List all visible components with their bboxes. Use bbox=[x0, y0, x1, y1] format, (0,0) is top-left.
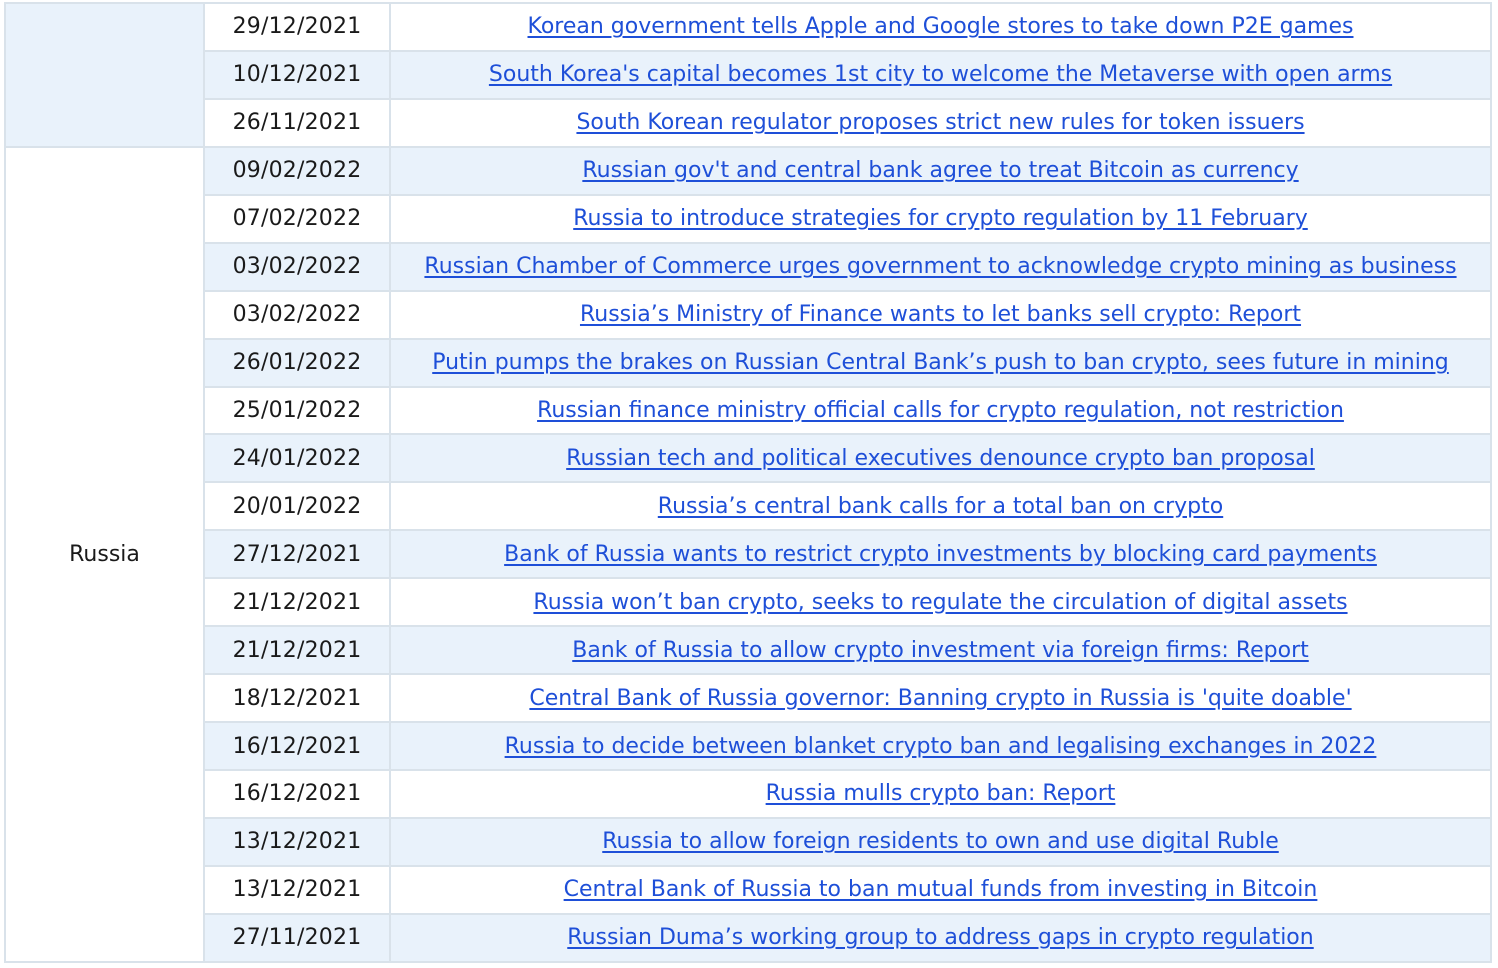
article-link[interactable]: Central Bank of Russia to ban mutual fun… bbox=[564, 877, 1318, 902]
article-link[interactable]: Russia’s central bank calls for a total … bbox=[658, 494, 1223, 519]
article-link[interactable]: Central Bank of Russia governor: Banning… bbox=[529, 686, 1351, 711]
table-row: 25/01/2022 Russian finance ministry offi… bbox=[5, 385, 1492, 436]
table-row: 26/11/2021 South Korean regulator propos… bbox=[5, 97, 1492, 148]
date-cell: 27/11/2021 bbox=[203, 912, 391, 963]
news-table: 29/12/2021 Korean government tells Apple… bbox=[4, 2, 1492, 963]
article-link[interactable]: Russian Chamber of Commerce urges govern… bbox=[424, 254, 1456, 279]
date-cell: 21/12/2021 bbox=[203, 625, 391, 676]
table-row: 21/12/2021 Bank of Russia to allow crypt… bbox=[5, 625, 1492, 676]
date-cell: 24/01/2022 bbox=[203, 433, 391, 484]
article-link[interactable]: Korean government tells Apple and Google… bbox=[528, 14, 1354, 39]
table-row: 27/11/2021 Russian Duma’s working group … bbox=[5, 912, 1492, 963]
table-row: 26/01/2022 Putin pumps the brakes on Rus… bbox=[5, 337, 1492, 388]
date-cell: 10/12/2021 bbox=[203, 49, 391, 100]
article-link[interactable]: South Korea's capital becomes 1st city t… bbox=[489, 62, 1392, 87]
country-cell: Russia bbox=[4, 145, 205, 963]
table-row: Russia 09/02/2022 Russian gov't and cent… bbox=[4, 145, 1492, 963]
date-cell: 03/02/2022 bbox=[203, 289, 391, 340]
table-row: 24/01/2022 Russian tech and political ex… bbox=[5, 433, 1492, 484]
table-row: 16/12/2021 Russia to decide between blan… bbox=[5, 721, 1492, 771]
article-link[interactable]: Russia to introduce strategies for crypt… bbox=[573, 206, 1308, 231]
table-row: 13/12/2021 Central Bank of Russia to ban… bbox=[5, 864, 1492, 915]
date-cell: 20/01/2022 bbox=[203, 481, 391, 532]
date-cell: 16/12/2021 bbox=[203, 769, 391, 819]
table-row: 29/12/2021 Korean government tells Apple… bbox=[4, 2, 1492, 148]
date-cell: 26/01/2022 bbox=[203, 337, 391, 388]
table-row: 18/12/2021 Central Bank of Russia govern… bbox=[5, 673, 1492, 724]
article-link[interactable]: Russia to decide between blanket crypto … bbox=[505, 734, 1377, 759]
article-link[interactable]: Russia mulls crypto ban: Report bbox=[766, 781, 1116, 806]
article-link[interactable]: Russia’s Ministry of Finance wants to le… bbox=[580, 302, 1301, 327]
article-link[interactable]: Russian finance ministry official calls … bbox=[537, 398, 1344, 423]
date-cell: 29/12/2021 bbox=[203, 2, 391, 52]
article-link[interactable]: Russian tech and political executives de… bbox=[566, 446, 1315, 471]
date-cell: 25/01/2022 bbox=[203, 385, 391, 436]
table-row: 27/12/2021 Bank of Russia wants to restr… bbox=[5, 529, 1492, 580]
date-cell: 13/12/2021 bbox=[203, 816, 391, 867]
article-link[interactable]: Russia won’t ban crypto, seeks to regula… bbox=[533, 590, 1347, 615]
article-link[interactable]: South Korean regulator proposes strict n… bbox=[576, 110, 1304, 135]
date-cell: 21/12/2021 bbox=[203, 577, 391, 628]
date-cell: 18/12/2021 bbox=[203, 673, 391, 724]
table-row: 07/02/2022 Russia to introduce strategie… bbox=[5, 193, 1492, 244]
date-cell: 27/12/2021 bbox=[203, 529, 391, 580]
date-cell: 03/02/2022 bbox=[203, 241, 391, 292]
date-cell: 16/12/2021 bbox=[203, 721, 391, 771]
date-cell: 26/11/2021 bbox=[203, 97, 391, 148]
article-link[interactable]: Bank of Russia wants to restrict crypto … bbox=[504, 542, 1377, 567]
date-cell: 13/12/2021 bbox=[203, 864, 391, 915]
table-row: 13/12/2021 Russia to allow foreign resid… bbox=[5, 816, 1492, 867]
article-link[interactable]: Putin pumps the brakes on Russian Centra… bbox=[432, 350, 1449, 375]
table-row: 21/12/2021 Russia won’t ban crypto, seek… bbox=[5, 577, 1492, 628]
table-row: 10/12/2021 South Korea's capital becomes… bbox=[5, 49, 1492, 100]
article-link[interactable]: Russia to allow foreign residents to own… bbox=[602, 829, 1279, 854]
article-link[interactable]: Bank of Russia to allow crypto investmen… bbox=[572, 638, 1309, 663]
country-cell bbox=[4, 2, 205, 148]
table-row: 16/12/2021 Russia mulls crypto ban: Repo… bbox=[5, 769, 1492, 819]
table-row: 20/01/2022 Russia’s central bank calls f… bbox=[5, 481, 1492, 532]
date-cell: 07/02/2022 bbox=[203, 193, 391, 244]
table-row: 03/02/2022 Russia’s Ministry of Finance … bbox=[5, 289, 1492, 340]
news-table-body: 29/12/2021 Korean government tells Apple… bbox=[4, 2, 1492, 963]
article-link[interactable]: Russian gov't and central bank agree to … bbox=[582, 158, 1298, 183]
table-row: 03/02/2022 Russian Chamber of Commerce u… bbox=[5, 241, 1492, 292]
date-cell: 09/02/2022 bbox=[203, 145, 391, 196]
article-link[interactable]: Russian Duma’s working group to address … bbox=[567, 925, 1313, 950]
